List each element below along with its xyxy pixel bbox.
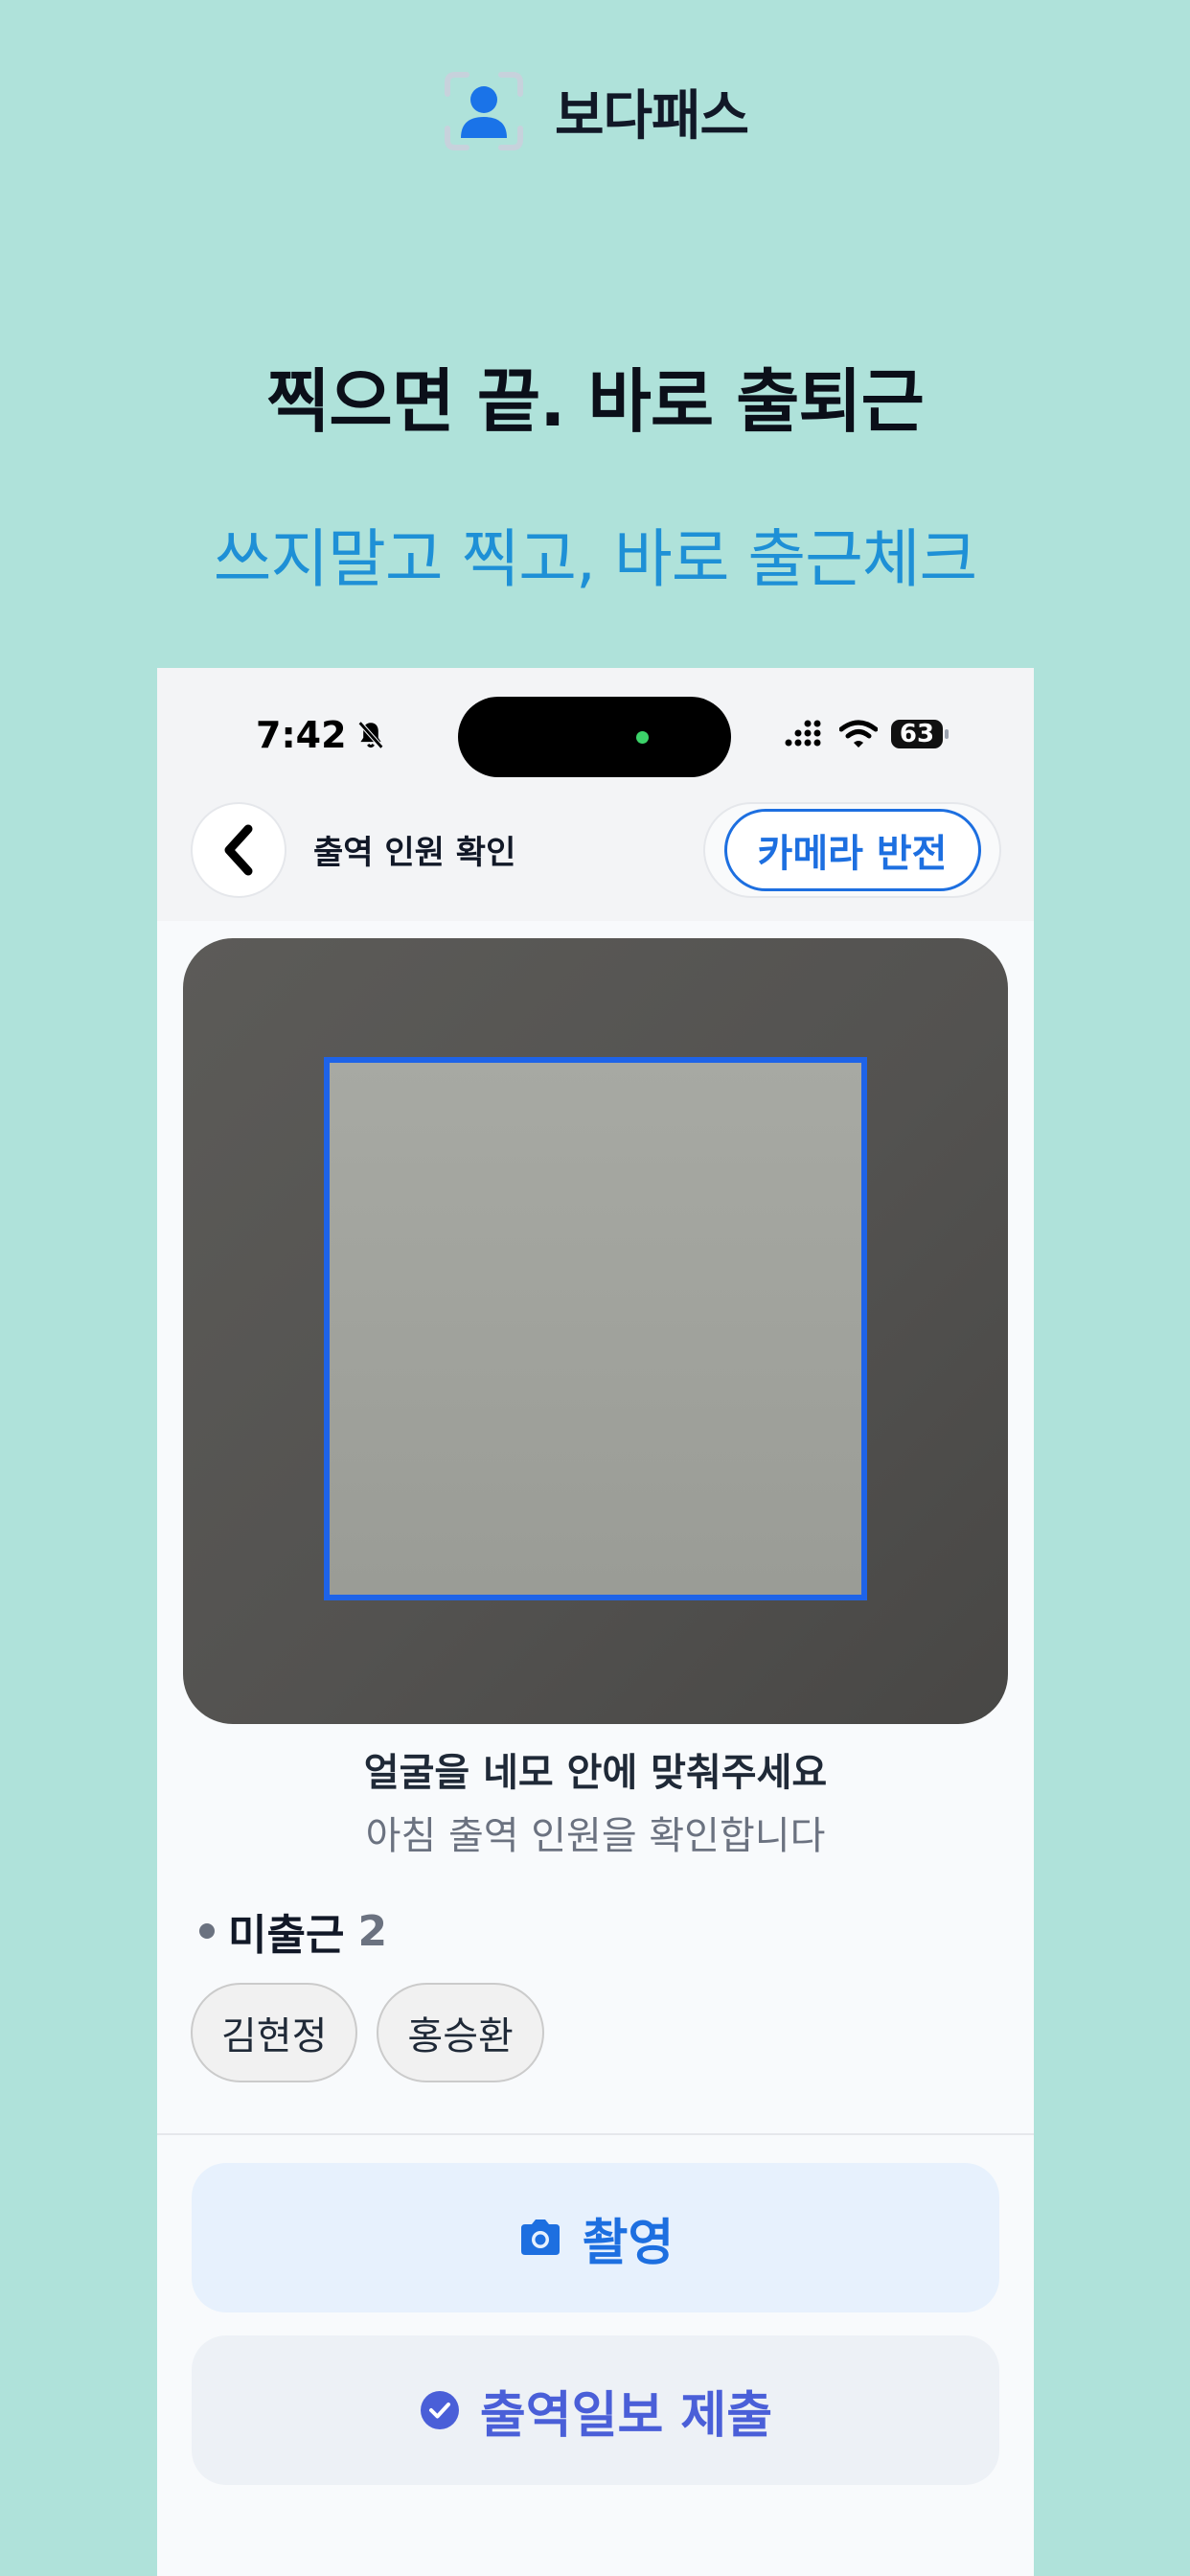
camera-active-indicator — [636, 731, 649, 744]
face-guide-frame — [324, 1057, 867, 1600]
battery-level: 63 — [899, 720, 935, 748]
camera-icon — [520, 2220, 560, 2255]
shoot-button[interactable]: 촬영 — [192, 2163, 999, 2312]
camera-preview — [183, 938, 1008, 1724]
bullet-dot-icon — [199, 1923, 215, 1939]
back-button[interactable] — [191, 802, 286, 898]
check-circle-icon — [420, 2391, 459, 2429]
chevron-left-icon — [224, 824, 253, 876]
silent-bell-icon — [357, 721, 383, 749]
absent-person-chip[interactable]: 김현정 — [191, 1983, 358, 2082]
absent-list: 김현정 홍승환 — [191, 1983, 544, 2082]
brand-name: 보다패스 — [554, 84, 749, 148]
absent-count: 2 — [357, 1906, 388, 1956]
page-title: 출역 인원 확인 — [313, 834, 516, 872]
submit-report-button[interactable]: 출역일보 제출 — [192, 2335, 999, 2485]
cellular-signal-icon — [785, 720, 821, 747]
subline: 쓰지말고 찍고, 바로 출근체크 — [213, 522, 978, 596]
user-scan-icon — [442, 69, 526, 153]
headline: 찍으면 끝. 바로 출퇴근 — [266, 361, 925, 442]
submit-report-button-label: 출역일보 제출 — [479, 2386, 773, 2445]
divider — [157, 2133, 1034, 2135]
status-time-text: 7:42 — [256, 714, 347, 756]
flip-camera-button[interactable]: 카메라 반전 — [723, 809, 981, 891]
shoot-button-label: 촬영 — [582, 2214, 675, 2272]
flip-camera-container: 카메라 반전 — [703, 802, 1001, 898]
phone-screen: 7:42 63 출역 인원 확인 카메라 반전 얼굴을 네모 안에 맞춰주세요 … — [157, 668, 1034, 2576]
absent-person-chip[interactable]: 홍승환 — [377, 1983, 544, 2082]
wifi-icon — [839, 720, 878, 748]
camera-guide-text: 얼굴을 네모 안에 맞춰주세요 — [363, 1751, 828, 1795]
dynamic-island — [458, 697, 731, 777]
battery-indicator: 63 — [891, 720, 949, 748]
absent-label: 미출근 — [228, 1911, 345, 1960]
status-time: 7:42 — [256, 714, 387, 756]
brand-header: 보다패스 — [0, 69, 1190, 153]
camera-guide-subtext: 아침 출역 인원을 확인합니다 — [365, 1814, 826, 1858]
absent-section-header: 미출근 2 — [199, 1900, 387, 1962]
status-icons: 63 — [784, 720, 949, 748]
